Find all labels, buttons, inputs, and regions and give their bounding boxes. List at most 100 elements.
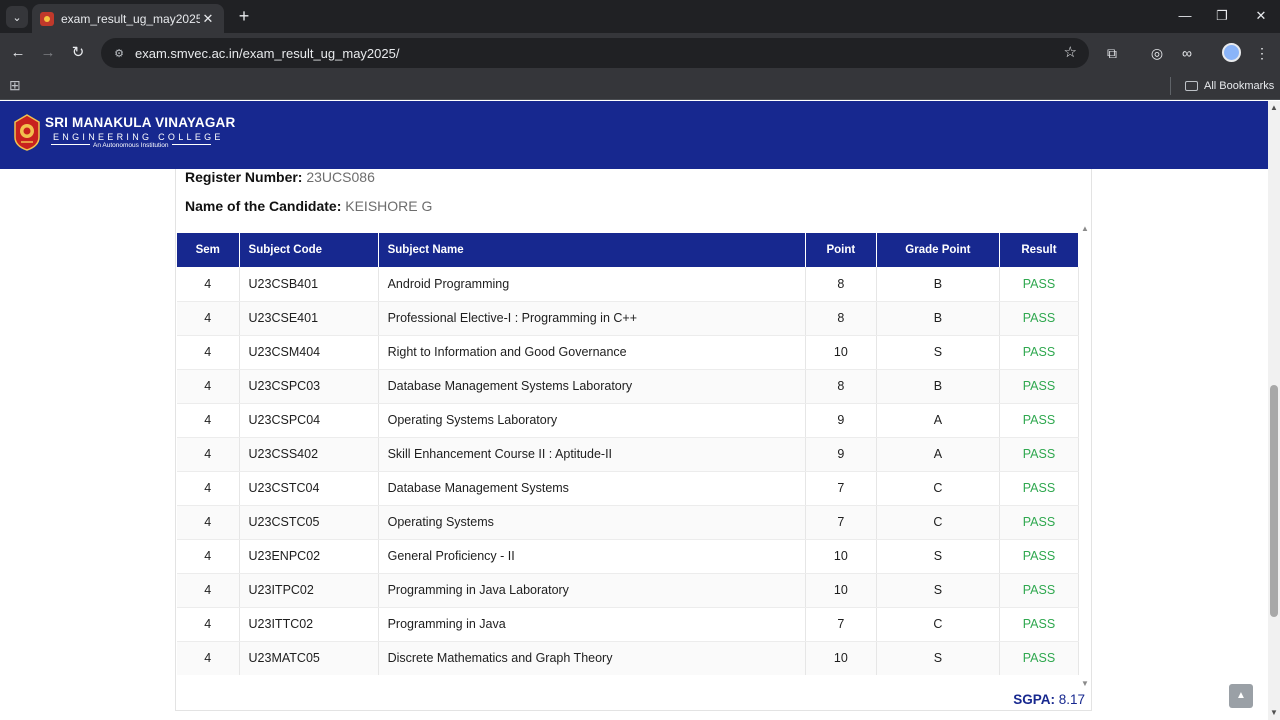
result-cell: PASS <box>999 505 1079 540</box>
grade-cell: S <box>876 539 1000 574</box>
result-cell: PASS <box>999 539 1079 574</box>
point-cell: 8 <box>805 267 877 302</box>
result-cell: PASS <box>999 471 1079 506</box>
subject-name-cell: Operating Systems Laboratory <box>378 403 806 438</box>
table-row: 4 U23CSPC03 Database Management Systems La… <box>177 369 1079 404</box>
subject-name-cell: Discrete Mathematics and Graph Theory <box>378 641 806 675</box>
table-row: 4 U23CSTC05 Operating Systems 7 C PASS <box>177 505 1079 540</box>
grade-cell: B <box>876 369 1000 404</box>
url-text[interactable]: exam.smvec.ac.in/exam_result_ug_may2025/ <box>135 46 399 61</box>
browser-tab[interactable]: exam_result_ug_may2025 – Cor ✕ <box>32 4 224 33</box>
point-cell: 10 <box>805 573 877 608</box>
grade-cell: S <box>876 335 1000 370</box>
tab-search-icon[interactable]: ⌄ <box>6 6 28 28</box>
bookmark-star-icon[interactable]: ☆ <box>1064 43 1077 61</box>
apps-grid-icon[interactable]: ⊞ <box>9 77 25 93</box>
result-card: Register Number: 23UCS086 Name of the Ca… <box>175 169 1092 711</box>
grade-cell: A <box>876 437 1000 472</box>
bookmarks-divider <box>1170 77 1171 95</box>
sem-cell: 4 <box>177 573 240 608</box>
table-row: 4 U23ITPC02 Programming in Java Laboratory… <box>177 573 1079 608</box>
back-to-top-button[interactable]: ▲ <box>1229 684 1253 708</box>
table-row: 4 U23ITTC02 Programming in Java 7 C PASS <box>177 607 1079 642</box>
close-window-button[interactable]: ✕ <box>1250 6 1272 26</box>
subject-code-cell: U23ITTC02 <box>239 607 379 642</box>
table-row: 4 U23CSTC04 Database Management Systems 7 C P… <box>177 471 1079 506</box>
college-name: SRI MANAKULA VINAYAGAR <box>45 115 236 130</box>
scroll-up-arrow-icon[interactable]: ▲ <box>1270 103 1278 112</box>
site-header: SRI MANAKULA VINAYAGAR ENGINEERING COLLE… <box>0 101 1268 169</box>
sgpa-label: SGPA: <box>1013 692 1055 707</box>
sgpa-value: 8.17 <box>1058 692 1085 707</box>
sem-cell: 4 <box>177 403 240 438</box>
subject-code-cell: U23ENPC02 <box>239 539 379 574</box>
sem-cell: 4 <box>177 471 240 506</box>
reload-button[interactable]: ↻ <box>67 42 89 64</box>
table-row: 4 U23CSE401 Professional Elective-I : Prog… <box>177 301 1079 336</box>
subject-code-cell: U23CSB401 <box>239 267 379 302</box>
point-cell: 9 <box>805 437 877 472</box>
profile-avatar[interactable] <box>1222 43 1241 62</box>
grade-cell: S <box>876 641 1000 675</box>
new-tab-button[interactable]: + <box>234 6 254 26</box>
result-cell: PASS <box>999 301 1079 336</box>
column-header: Result <box>999 233 1079 267</box>
scrollbar-thumb[interactable] <box>1270 385 1278 617</box>
grade-cell: C <box>876 505 1000 540</box>
result-cell: PASS <box>999 607 1079 642</box>
all-bookmarks-button[interactable]: All Bookmarks <box>1185 77 1274 95</box>
point-cell: 10 <box>805 539 877 574</box>
minimize-button[interactable]: — <box>1174 6 1196 26</box>
result-cell: PASS <box>999 369 1079 404</box>
candidate-name-label: Name of the Candidate: <box>185 198 342 214</box>
forward-button[interactable]: → <box>37 42 59 64</box>
subject-code-cell: U23CSE401 <box>239 301 379 336</box>
table-scroll-down-icon[interactable]: ▼ <box>1081 679 1089 688</box>
subject-code-cell: U23ITPC02 <box>239 573 379 608</box>
register-number-value: 23UCS086 <box>306 169 375 185</box>
bookmarks-bar: ⊞ All Bookmarks <box>0 72 1280 100</box>
sem-cell: 4 <box>177 437 240 472</box>
link-icon[interactable]: ∞ <box>1176 42 1198 64</box>
result-cell: PASS <box>999 573 1079 608</box>
subject-code-cell: U23CSPC04 <box>239 403 379 438</box>
subject-code-cell: U23CSM404 <box>239 335 379 370</box>
column-header: Grade Point <box>876 233 1000 267</box>
grade-cell: A <box>876 403 1000 438</box>
table-scroll-up-icon[interactable]: ▲ <box>1081 224 1089 233</box>
extensions-icon[interactable]: ⧉ <box>1101 42 1123 64</box>
result-cell: PASS <box>999 267 1079 302</box>
tab-close-icon[interactable]: ✕ <box>200 11 216 27</box>
college-logo-icon <box>14 114 40 151</box>
subject-name-cell: Right to Information and Good Governance <box>378 335 806 370</box>
screenshot-icon[interactable]: ◎ <box>1146 42 1168 64</box>
subject-code-cell: U23CSS402 <box>239 437 379 472</box>
candidate-name-value: KEISHORE G <box>345 198 433 214</box>
register-number-row: Register Number: 23UCS086 <box>185 169 375 185</box>
browser-tab-strip: ⌄ exam_result_ug_may2025 – Cor ✕ + — ❐ ✕ <box>0 0 1280 33</box>
grade-cell: B <box>876 301 1000 336</box>
column-header: Sem <box>177 233 240 267</box>
subject-name-cell: Programming in Java Laboratory <box>378 573 806 608</box>
subject-code-cell: U23CSPC03 <box>239 369 379 404</box>
result-cell: PASS <box>999 335 1079 370</box>
college-tagline: An Autonomous Institution <box>90 142 172 149</box>
table-row: 4 U23CSM404 Right to Information and Good … <box>177 335 1079 370</box>
subject-name-cell: Skill Enhancement Course II : Aptitude-I… <box>378 437 806 472</box>
browser-menu-icon[interactable]: ⋮ <box>1251 42 1273 64</box>
point-cell: 8 <box>805 301 877 336</box>
results-table-container[interactable]: Sem Subject Code Subject Name Point Grad… <box>177 233 1079 675</box>
site-info-icon[interactable]: ⚙ <box>111 47 127 60</box>
register-number-label: Register Number: <box>185 169 303 185</box>
results-table-body: 4 U23CSB401 Android Programming 8 B PASS 4 U23C… <box>177 267 1079 675</box>
restore-button[interactable]: ❐ <box>1211 6 1233 26</box>
table-header-row: Sem Subject Code Subject Name Point Grad… <box>177 233 1079 267</box>
table-row: 4 U23ENPC02 General Proficiency - II 10 S PAS… <box>177 539 1079 574</box>
page-scrollbar[interactable]: ▲ ▼ <box>1268 101 1280 720</box>
grade-cell: B <box>876 267 1000 302</box>
browser-toolbar: ← → ↻ ⚙ exam.smvec.ac.in/exam_result_ug_… <box>0 33 1280 72</box>
back-button[interactable]: ← <box>7 42 29 64</box>
scroll-down-arrow-icon[interactable]: ▼ <box>1270 708 1278 717</box>
point-cell: 10 <box>805 641 877 675</box>
address-bar[interactable]: ⚙ exam.smvec.ac.in/exam_result_ug_may202… <box>101 38 1089 68</box>
